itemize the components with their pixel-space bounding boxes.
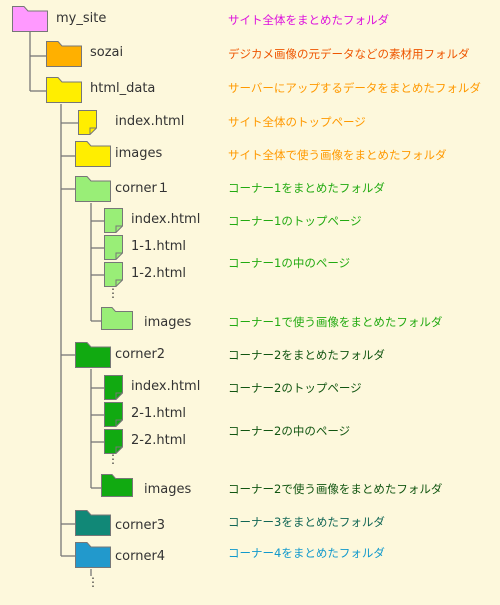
- node-desc-c2-index: コーナー2のトップページ: [228, 381, 362, 395]
- node-desc-c2-pages: コーナー2の中のページ: [228, 424, 351, 438]
- node-label-html-data: html_data: [90, 81, 156, 96]
- node-label-corner1: corner１: [115, 181, 170, 196]
- ellipsis-c2: ⋮: [107, 452, 119, 466]
- folder-icon: [46, 77, 82, 103]
- node-label-c1-11: 1-1.html: [131, 239, 186, 254]
- node-desc-c1-pages: コーナー1の中のページ: [228, 256, 351, 270]
- node-desc-c2-images: コーナー2で使う画像をまとめたフォルダ: [228, 482, 443, 496]
- node-label-c2-21: 2-1.html: [131, 406, 186, 421]
- node-label-c2-images: images: [144, 482, 192, 497]
- folder-icon: [75, 342, 111, 368]
- node-desc-c1-images: コーナー1で使う画像をまとめたフォルダ: [228, 315, 443, 329]
- node-label-c2-22: 2-2.html: [131, 433, 186, 448]
- folder-icon: [101, 474, 133, 497]
- node-label-corner2: corner2: [115, 347, 166, 362]
- node-label-my-site: my_site: [56, 11, 107, 26]
- node-desc-images-top: サイト全体で使う画像をまとめたフォルダ: [228, 148, 447, 162]
- node-desc-my-site: サイト全体をまとめたフォルダ: [228, 13, 389, 27]
- node-label-c1-images: images: [144, 315, 192, 330]
- node-desc-c1-index: コーナー1のトップページ: [228, 214, 362, 228]
- node-label-c2-index: index.html: [131, 379, 201, 394]
- folder-icon: [12, 6, 48, 32]
- node-desc-corner2: コーナー2をまとめたフォルダ: [228, 348, 385, 362]
- folder-tree-diagram: my_site サイト全体をまとめたフォルダ sozai デジカメ画像の元データ…: [0, 0, 500, 605]
- node-label-corner4: corner4: [115, 549, 166, 564]
- folder-icon: [75, 176, 111, 202]
- file-icon: [104, 262, 123, 287]
- folder-icon: [75, 542, 111, 568]
- ellipsis-c1: ⋮: [107, 286, 119, 300]
- file-icon: [104, 208, 123, 233]
- node-label-corner3: corner3: [115, 518, 166, 533]
- file-icon: [104, 402, 123, 427]
- node-label-c1-12: 1-2.html: [131, 266, 186, 281]
- file-icon: [104, 375, 123, 400]
- node-label-sozai: sozai: [90, 45, 124, 60]
- node-label-c1-index: index.html: [131, 212, 201, 227]
- folder-icon: [75, 510, 111, 536]
- ellipsis-root: ⋮: [87, 575, 99, 589]
- node-desc-sozai: デジカメ画像の元データなどの素材用フォルダ: [228, 47, 470, 61]
- file-icon: [104, 429, 123, 454]
- node-label-index-top: index.html: [115, 114, 185, 129]
- folder-icon: [101, 307, 133, 330]
- folder-icon: [46, 41, 82, 67]
- node-desc-corner4: コーナー4をまとめたフォルダ: [228, 546, 385, 560]
- node-desc-index-top: サイト全体のトップページ: [228, 115, 366, 129]
- node-desc-html-data: サーバーにアップするデータをまとめたフォルダ: [228, 81, 481, 95]
- folder-icon: [75, 141, 111, 167]
- file-icon: [104, 235, 123, 260]
- node-desc-corner3: コーナー3をまとめたフォルダ: [228, 515, 385, 529]
- node-label-images-top: images: [115, 146, 163, 161]
- node-desc-corner1: コーナー1をまとめたフォルダ: [228, 181, 385, 195]
- file-icon: [78, 110, 97, 135]
